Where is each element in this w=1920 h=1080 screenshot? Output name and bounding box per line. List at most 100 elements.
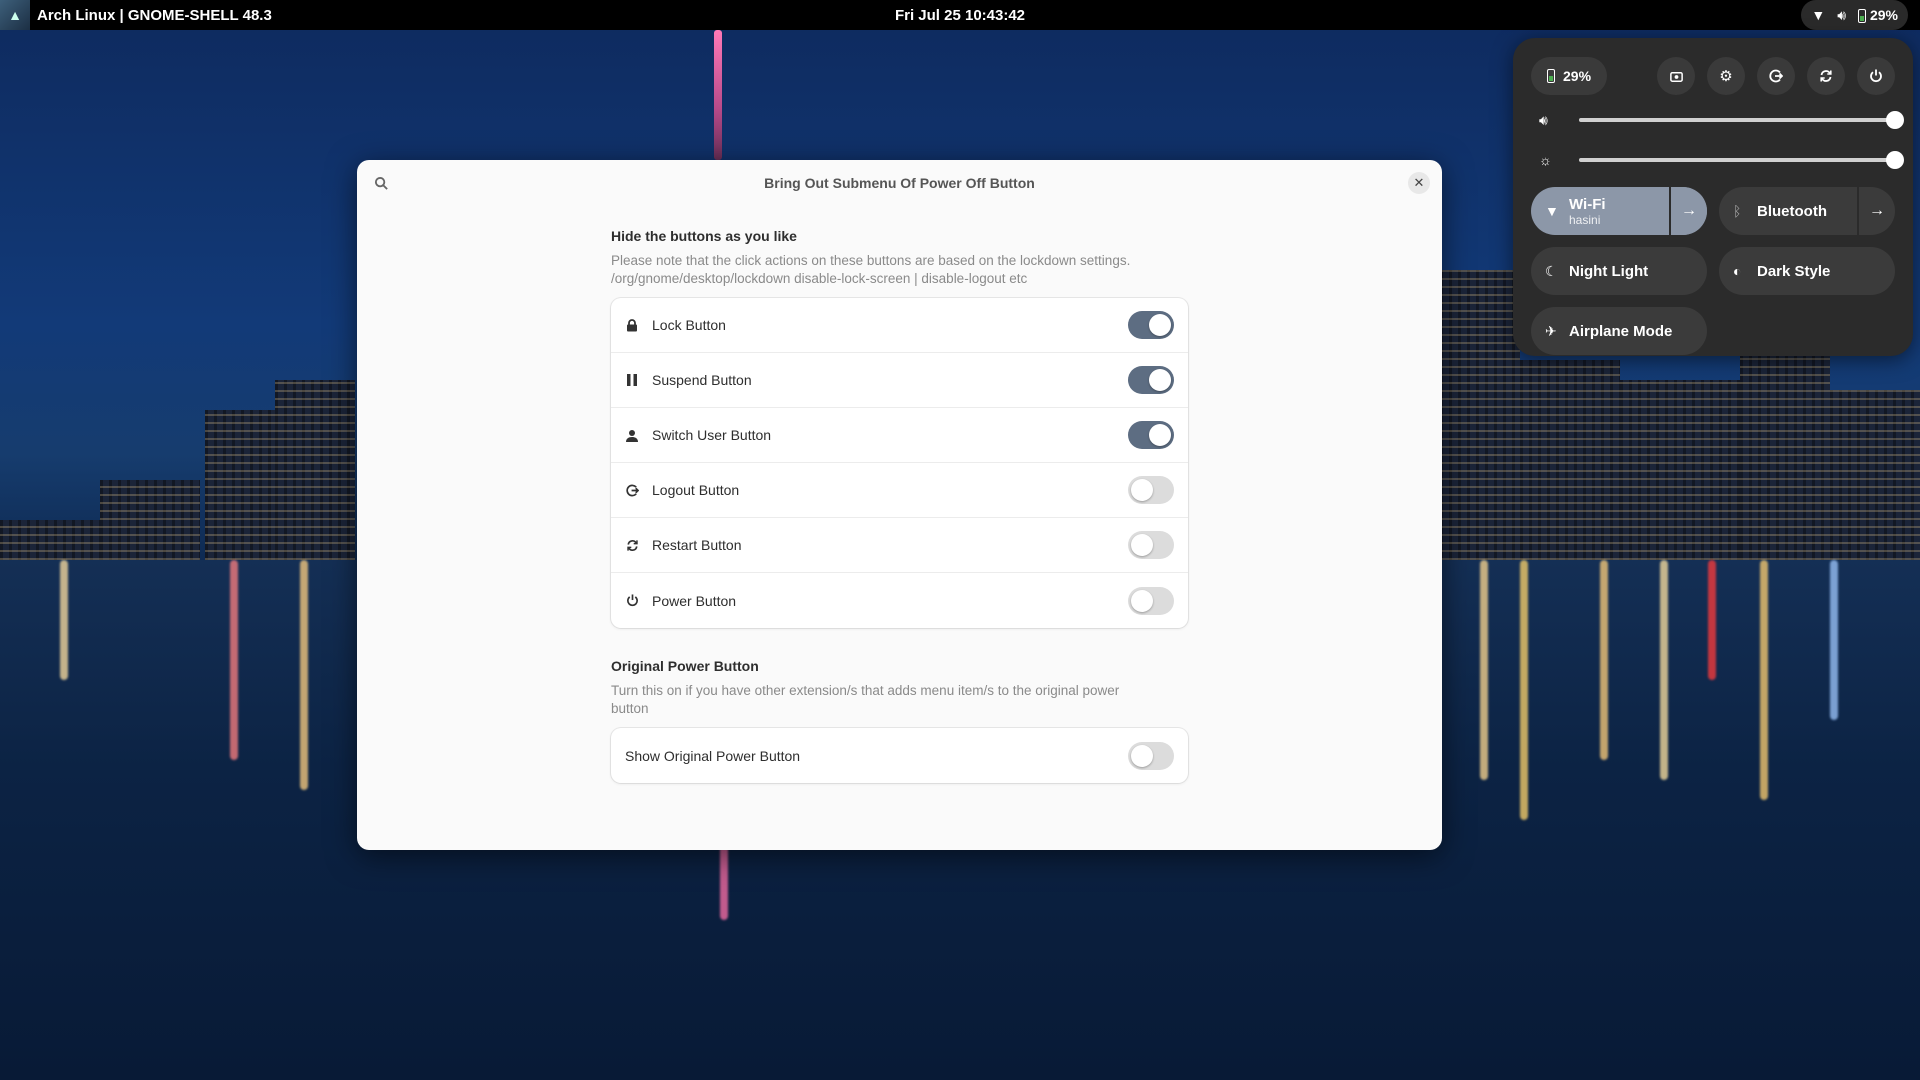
wifi-label: Wi-Fi xyxy=(1569,195,1606,213)
group-description-line: button xyxy=(611,701,649,716)
bluetooth-icon: ᛒ xyxy=(1733,203,1742,219)
row-power-button[interactable]: Power Button xyxy=(611,573,1188,628)
battery-icon xyxy=(1547,69,1555,83)
user-icon xyxy=(625,428,639,442)
wifi-network-name: hasini xyxy=(1569,212,1601,227)
group-title-original-power: Original Power Button xyxy=(611,658,759,674)
row-show-original-power-button[interactable]: Show Original Power Button xyxy=(611,728,1188,783)
power-button-toggle[interactable] xyxy=(1128,586,1174,615)
wifi-toggle[interactable]: ▼ Wi-Fi hasini xyxy=(1531,187,1669,235)
dark-style-tile[interactable]: ◐ Dark Style xyxy=(1719,247,1895,295)
night-light-label: Night Light xyxy=(1569,262,1649,280)
power-icon xyxy=(1870,69,1882,83)
original-power-button-section: Original Power Button Turn this on if yo… xyxy=(611,658,1188,783)
battery-icon xyxy=(1858,9,1867,24)
moon-icon: ☾ xyxy=(1545,262,1558,279)
preferences-window: Bring Out Submenu Of Power Off Button ✕ … xyxy=(357,160,1442,850)
activities-title[interactable]: Arch Linux | GNOME-SHELL 48.3 xyxy=(37,7,272,24)
system-tray[interactable]: ▼ 🔊︎ 29% xyxy=(1801,0,1908,30)
group-description-line: Turn this on if you have other extension… xyxy=(611,683,1120,698)
lock-button-toggle[interactable] xyxy=(1128,311,1174,339)
gear-icon: ⚙ xyxy=(1719,68,1733,85)
group-description-hide-buttons: Please note that the click actions on th… xyxy=(611,252,1188,288)
row-label: Logout Button xyxy=(652,482,740,498)
clock[interactable]: Fri Jul 25 10:43:42 xyxy=(0,7,1920,24)
switch-user-button-toggle[interactable] xyxy=(1128,421,1174,449)
logout-icon xyxy=(1769,69,1783,83)
arrow-right-icon: → xyxy=(1681,202,1697,219)
wifi-menu-arrow[interactable]: → xyxy=(1669,187,1707,235)
night-light-tile[interactable]: ☾ Night Light xyxy=(1531,247,1707,295)
row-suspend-button[interactable]: Suspend Button xyxy=(611,353,1188,408)
battery-percentage: 29% xyxy=(1563,68,1592,84)
brightness-slider-thumb[interactable] xyxy=(1886,151,1904,169)
volume-slider-row: 🔊︎ xyxy=(1539,110,1904,130)
quick-settings-menu: 29% ⚙ 🔊︎ ☼ ▼ Wi-Fi hasini → ᛒ Bluetooth … xyxy=(1513,38,1913,356)
brightness-slider-row: ☼ xyxy=(1539,150,1904,170)
group-title-hide-buttons: Hide the buttons as you like xyxy=(611,228,797,244)
screenshot-icon xyxy=(1669,71,1683,82)
close-button[interactable]: ✕ xyxy=(1408,172,1430,194)
dark-style-icon: ◐ xyxy=(1733,263,1742,279)
volume-icon[interactable]: 🔊︎ xyxy=(1539,112,1559,129)
search-icon xyxy=(374,176,388,190)
row-label: Lock Button xyxy=(652,317,726,333)
restart-icon xyxy=(625,538,639,552)
row-logout-button[interactable]: Logout Button xyxy=(611,463,1188,518)
wifi-icon: ▼ xyxy=(1811,7,1826,23)
row-label: Switch User Button xyxy=(652,427,772,443)
show-original-power-button-toggle[interactable] xyxy=(1128,741,1174,770)
bluetooth-menu-arrow[interactable]: → xyxy=(1857,187,1895,235)
window-title: Bring Out Submenu Of Power Off Button xyxy=(764,175,1035,191)
row-label: Suspend Button xyxy=(652,372,752,388)
button-visibility-list: Lock Button Suspend Button Switch User B… xyxy=(611,298,1188,628)
settings-button[interactable]: ⚙ xyxy=(1707,57,1745,95)
group-description-line: Please note that the click actions on th… xyxy=(611,253,1131,268)
logout-button-toggle[interactable] xyxy=(1128,476,1174,504)
restart-button-toggle[interactable] xyxy=(1128,531,1174,559)
top-bar: ▲ Arch Linux | GNOME-SHELL 48.3 Fri Jul … xyxy=(0,0,1920,30)
row-lock-button[interactable]: Lock Button xyxy=(611,298,1188,353)
volume-slider[interactable] xyxy=(1579,111,1904,129)
wifi-icon: ▼ xyxy=(1545,203,1559,219)
dark-style-label: Dark Style xyxy=(1757,262,1831,280)
original-power-list: Show Original Power Button xyxy=(611,728,1188,783)
airplane-icon: ✈ xyxy=(1545,322,1557,339)
quick-settings-header: 29% ⚙ xyxy=(1531,56,1895,96)
window-header: Bring Out Submenu Of Power Off Button ✕ xyxy=(357,160,1442,206)
arch-logo-icon[interactable]: ▲ xyxy=(0,0,30,30)
group-description-original-power: Turn this on if you have other extension… xyxy=(611,682,1188,718)
system-action-buttons: ⚙ xyxy=(1657,57,1895,95)
row-label: Restart Button xyxy=(652,537,742,553)
suspend-button-toggle[interactable] xyxy=(1128,366,1174,394)
row-label: Show Original Power Button xyxy=(625,747,801,764)
row-restart-button[interactable]: Restart Button xyxy=(611,518,1188,573)
restart-icon xyxy=(1820,70,1832,82)
logout-icon xyxy=(625,483,639,497)
brightness-icon: ☼ xyxy=(1539,152,1552,168)
pause-icon xyxy=(625,373,639,387)
search-button[interactable] xyxy=(371,173,391,193)
wifi-tile: ▼ Wi-Fi hasini → xyxy=(1531,187,1707,235)
volume-slider-thumb[interactable] xyxy=(1886,111,1904,129)
power-off-button[interactable] xyxy=(1857,57,1895,95)
bluetooth-tile: ᛒ Bluetooth → xyxy=(1719,187,1895,235)
power-icon xyxy=(625,594,639,608)
battery-indicator: 29% xyxy=(1858,6,1898,24)
restart-button[interactable] xyxy=(1807,57,1845,95)
volume-icon: 🔊︎ xyxy=(1837,6,1847,23)
battery-pill[interactable]: 29% xyxy=(1531,57,1608,95)
row-switch-user-button[interactable]: Switch User Button xyxy=(611,408,1188,463)
preferences-content: Hide the buttons as you like Please note… xyxy=(611,228,1188,783)
screenshot-button[interactable] xyxy=(1657,57,1695,95)
close-icon: ✕ xyxy=(1413,175,1425,190)
group-description-line: /org/gnome/desktop/lockdown disable-lock… xyxy=(611,271,1028,286)
airplane-mode-tile[interactable]: ✈ Airplane Mode xyxy=(1531,307,1707,355)
bluetooth-label: Bluetooth xyxy=(1757,202,1827,220)
battery-percentage: 29% xyxy=(1869,6,1898,23)
brightness-slider[interactable] xyxy=(1579,151,1904,169)
row-label: Power Button xyxy=(652,592,737,609)
arrow-right-icon: → xyxy=(1869,202,1885,219)
bluetooth-toggle[interactable]: ᛒ Bluetooth xyxy=(1719,187,1857,235)
logout-button[interactable] xyxy=(1757,57,1795,95)
